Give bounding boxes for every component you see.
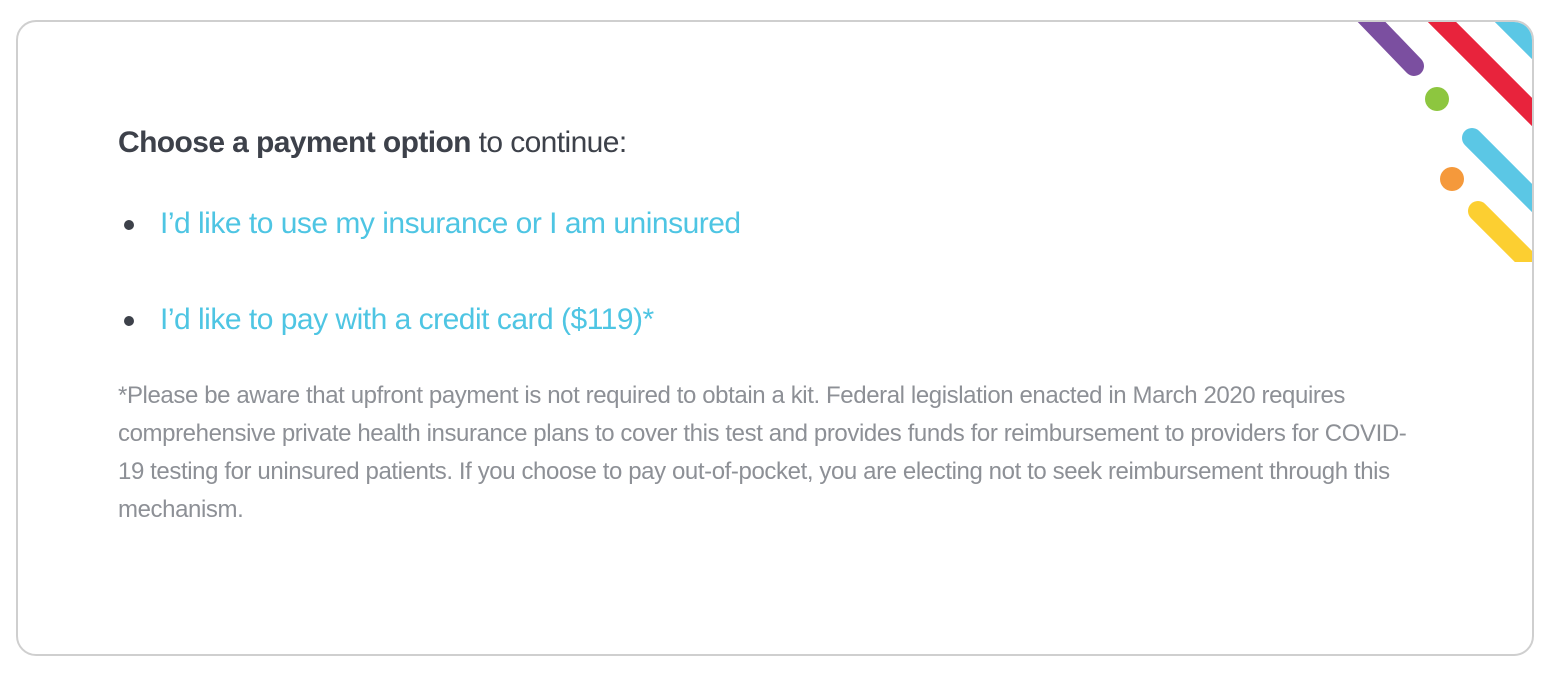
yellow-stripe: [1468, 201, 1532, 262]
decorative-stripes-graphic: [1357, 22, 1532, 262]
payment-disclaimer: *Please be aware that upfront payment is…: [118, 382, 1407, 523]
green-dot: [1425, 87, 1449, 111]
blue-stripe-middle: [1462, 128, 1532, 213]
purple-stripe: [1357, 22, 1424, 76]
payment-heading: Choose a payment option to continue:: [118, 126, 627, 160]
payment-option-insurance: I’d like to use my insurance or I am uni…: [118, 204, 741, 244]
bullet-icon: [124, 316, 134, 326]
orange-dot: [1440, 167, 1464, 191]
payment-options-list: I’d like to use my insurance or I am uni…: [118, 204, 741, 396]
payment-heading-rest: to continue:: [470, 126, 628, 159]
payment-option-credit-card: I’d like to pay with a credit card ($119…: [118, 300, 741, 340]
bullet-icon: [124, 220, 134, 230]
payment-option-card: Choose a payment option to continue: I’d…: [16, 20, 1534, 656]
credit-card-option-link[interactable]: I’d like to pay with a credit card ($119…: [160, 303, 654, 336]
blue-stripe-top: [1494, 22, 1532, 60]
insurance-option-link[interactable]: I’d like to use my insurance or I am uni…: [160, 207, 741, 240]
payment-heading-bold: Choose a payment option: [118, 126, 472, 159]
